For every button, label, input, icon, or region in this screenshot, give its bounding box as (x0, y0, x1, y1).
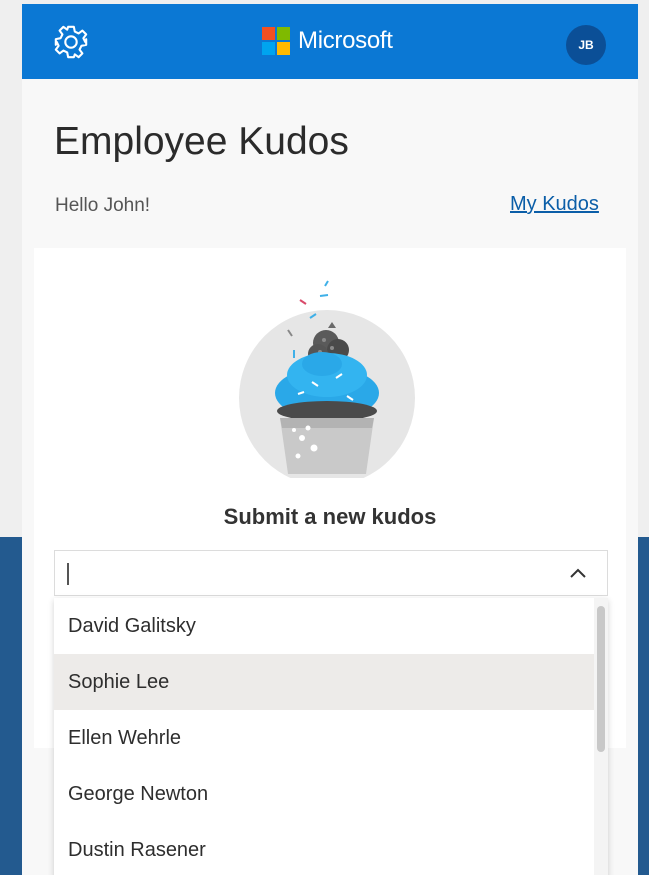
dropdown-option-sophie-lee[interactable]: Sophie Lee (54, 654, 594, 710)
app-window: Microsoft JB Employee Kudos Hello John! … (22, 4, 638, 875)
gear-icon[interactable] (52, 23, 90, 61)
dropdown-option-dustin-rasener[interactable]: Dustin Rasener (54, 822, 594, 875)
recipient-dropdown-list: David Galitsky Sophie Lee Ellen Wehrle G… (54, 598, 608, 875)
dropdown-option-ellen-wehrle[interactable]: Ellen Wehrle (54, 710, 594, 766)
brand-name: Microsoft (298, 27, 393, 54)
dropdown-option-david-galitsky[interactable]: David Galitsky (54, 598, 594, 654)
submit-heading: Submit a new kudos (223, 504, 437, 529)
dropdown-scrollbar[interactable] (594, 598, 608, 875)
text-caret (67, 563, 69, 585)
microsoft-logo-icon (262, 27, 290, 55)
dropdown-option-george-newton[interactable]: George Newton (54, 766, 594, 822)
recipient-search-input[interactable] (65, 557, 549, 591)
greeting-text: Hello John! (55, 195, 151, 216)
cupcake-illustration (239, 280, 415, 478)
my-kudos-link[interactable]: My Kudos (510, 193, 599, 216)
chevron-up-icon[interactable] (567, 564, 589, 582)
page-title: Employee Kudos (54, 120, 349, 163)
scrollbar-thumb[interactable] (597, 606, 605, 752)
top-bar: Microsoft JB (22, 4, 638, 79)
avatar[interactable]: JB (566, 25, 606, 65)
recipient-combobox[interactable] (54, 550, 608, 596)
brand: Microsoft (262, 26, 393, 56)
